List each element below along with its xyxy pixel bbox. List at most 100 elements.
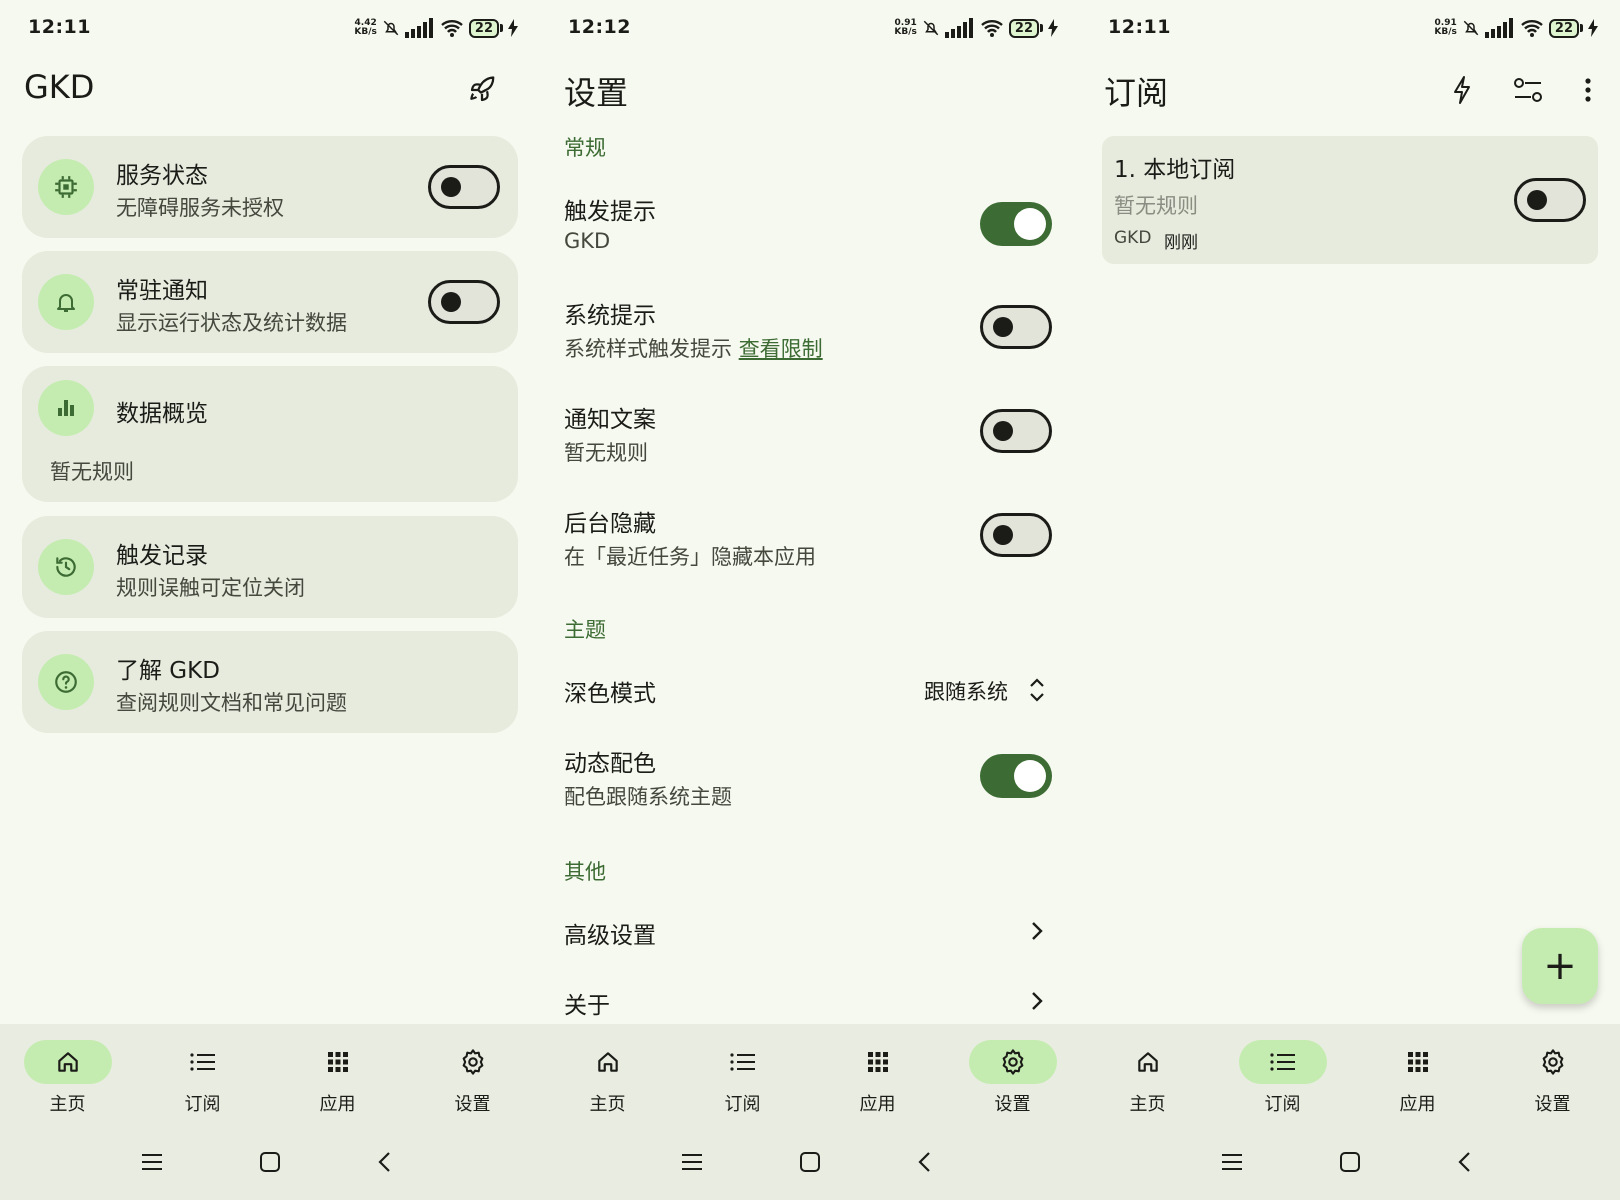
net-speed: 0.91 KB/s xyxy=(1434,18,1457,37)
subscription-meta-time: 刚刚 xyxy=(1164,233,1198,253)
wifi-icon xyxy=(1521,20,1543,37)
home-square-icon[interactable] xyxy=(1330,1142,1370,1182)
bottom-navigation: 主页 订阅 应用 设置 xyxy=(0,1024,540,1124)
system-navigation xyxy=(1080,1124,1620,1200)
battery-icon: 22 xyxy=(468,18,503,38)
nav-home[interactable]: 主页 xyxy=(540,1024,675,1124)
service-toggle[interactable] xyxy=(428,165,500,209)
nav-settings[interactable]: 设置 xyxy=(405,1024,540,1124)
battery-icon: 22 xyxy=(1548,18,1583,38)
system-navigation xyxy=(0,1124,540,1200)
page-title: 订阅 xyxy=(1104,74,1169,112)
more-vert-icon[interactable] xyxy=(1568,70,1608,110)
net-speed: 0.91 KB/s xyxy=(894,18,917,37)
top-app-bar: GKD xyxy=(0,60,540,116)
status-icons: 0.91 KB/s 22 xyxy=(894,15,1058,41)
data-overview-card[interactable]: 数据概览 暂无规则 xyxy=(22,366,518,502)
apps-grid-icon xyxy=(834,1040,922,1084)
back-icon[interactable] xyxy=(364,1142,404,1182)
home-square-icon[interactable] xyxy=(790,1142,830,1182)
service-status-card[interactable]: 服务状态 无障碍服务未授权 xyxy=(22,136,518,238)
notification-card[interactable]: 常驻通知 显示运行状态及统计数据 xyxy=(22,251,518,353)
rocket-icon[interactable] xyxy=(462,70,502,110)
nav-home[interactable]: 主页 xyxy=(1080,1024,1215,1124)
setting-subtitle: 暂无规则 xyxy=(564,441,648,465)
card-title: 了解 GKD xyxy=(116,658,220,684)
status-icons: 4.42 KB/s 22 xyxy=(354,15,518,41)
status-time: 12:11 xyxy=(28,16,91,38)
charging-icon xyxy=(1048,19,1058,37)
setting-title: 关于 xyxy=(564,993,610,1019)
nav-home[interactable]: 主页 xyxy=(0,1024,135,1124)
charging-icon xyxy=(1588,19,1598,37)
menu-icon[interactable] xyxy=(132,1142,172,1182)
nav-subscriptions[interactable]: 订阅 xyxy=(1215,1024,1350,1124)
about-gkd-card[interactable]: 了解 GKD 查阅规则文档和常见问题 xyxy=(22,631,518,733)
bottom-navigation: 主页 订阅 应用 设置 xyxy=(1080,1024,1620,1124)
gear-icon xyxy=(429,1040,517,1084)
trigger-tip-toggle[interactable] xyxy=(980,202,1052,246)
setting-title: 后台隐藏 xyxy=(564,511,656,537)
home-square-icon[interactable] xyxy=(250,1142,290,1182)
subscription-toggle[interactable] xyxy=(1514,178,1586,222)
status-time: 12:12 xyxy=(568,16,631,38)
list-icon xyxy=(699,1040,787,1084)
top-app-bar: 订阅 xyxy=(1080,60,1620,116)
status-time: 12:11 xyxy=(1108,16,1171,38)
home-icon xyxy=(1104,1040,1192,1084)
card-title: 常驻通知 xyxy=(116,278,208,304)
setting-subtitle: 配色跟随系统主题 xyxy=(564,785,732,809)
nav-apps[interactable]: 应用 xyxy=(1350,1024,1485,1124)
signal-icon xyxy=(404,18,433,38)
card-subtitle: 查阅规则文档和常见问题 xyxy=(116,691,347,715)
gear-icon xyxy=(968,1040,1057,1084)
nav-settings[interactable]: 设置 xyxy=(1485,1024,1620,1124)
bottom-navigation: 主页 订阅 应用 设置 xyxy=(540,1024,1080,1124)
system-tip-toggle[interactable] xyxy=(980,305,1052,349)
nav-settings[interactable]: 设置 xyxy=(945,1024,1080,1124)
status-icons: 0.91 KB/s 22 xyxy=(1434,15,1598,41)
apps-grid-icon xyxy=(1374,1040,1462,1084)
home-icon xyxy=(23,1040,112,1084)
notification-toggle[interactable] xyxy=(428,280,500,324)
hide-background-toggle[interactable] xyxy=(980,513,1052,557)
subscription-subtitle: 暂无规则 xyxy=(1114,194,1198,218)
setting-title: 动态配色 xyxy=(564,751,656,777)
flash-icon[interactable] xyxy=(1442,70,1482,110)
setting-title: 系统提示 xyxy=(564,303,656,329)
home-screen: 12:11 4.42 KB/s 22 GKD 服务状态 无障碍服务未授权 常驻通知… xyxy=(0,0,540,1200)
sort-filter-icon[interactable] xyxy=(1508,70,1548,110)
system-navigation xyxy=(540,1124,1080,1200)
back-icon[interactable] xyxy=(1444,1142,1484,1182)
card-subtitle: 暂无规则 xyxy=(50,460,134,484)
card-title: 数据概览 xyxy=(116,401,208,427)
dynamic-color-toggle[interactable] xyxy=(980,754,1052,798)
setting-title: 触发提示 xyxy=(564,199,656,225)
menu-icon[interactable] xyxy=(1212,1142,1252,1182)
setting-title: 高级设置 xyxy=(564,923,656,949)
menu-icon[interactable] xyxy=(672,1142,712,1182)
section-header-theme: 主题 xyxy=(564,618,606,642)
add-subscription-button[interactable]: + xyxy=(1522,928,1598,1004)
trigger-log-card[interactable]: 触发记录 规则误触可定位关闭 xyxy=(22,516,518,618)
card-title: 服务状态 xyxy=(116,163,208,189)
card-subtitle: 显示运行状态及统计数据 xyxy=(116,311,347,335)
nav-apps[interactable]: 应用 xyxy=(810,1024,945,1124)
chip-icon xyxy=(38,159,94,215)
nav-subscriptions[interactable]: 订阅 xyxy=(135,1024,270,1124)
view-limits-link[interactable]: 查看限制 xyxy=(739,337,823,361)
status-bar: 12:11 0.91 KB/s 22 xyxy=(1080,0,1620,56)
page-title: GKD xyxy=(24,68,95,106)
charging-icon xyxy=(508,19,518,37)
top-app-bar: 设置 xyxy=(540,60,1080,116)
net-speed: 4.42 KB/s xyxy=(354,18,377,37)
signal-icon xyxy=(1484,18,1513,38)
status-bar: 12:11 4.42 KB/s 22 xyxy=(0,0,540,56)
card-subtitle: 规则误触可定位关闭 xyxy=(116,576,305,600)
nav-subscriptions[interactable]: 订阅 xyxy=(675,1024,810,1124)
dark-mode-value[interactable]: 跟随系统 xyxy=(924,676,1008,706)
notify-copy-toggle[interactable] xyxy=(980,409,1052,453)
back-icon[interactable] xyxy=(904,1142,944,1182)
subscription-item[interactable]: 1. 本地订阅 暂无规则 GKD 刚刚 xyxy=(1102,136,1598,264)
nav-apps[interactable]: 应用 xyxy=(270,1024,405,1124)
